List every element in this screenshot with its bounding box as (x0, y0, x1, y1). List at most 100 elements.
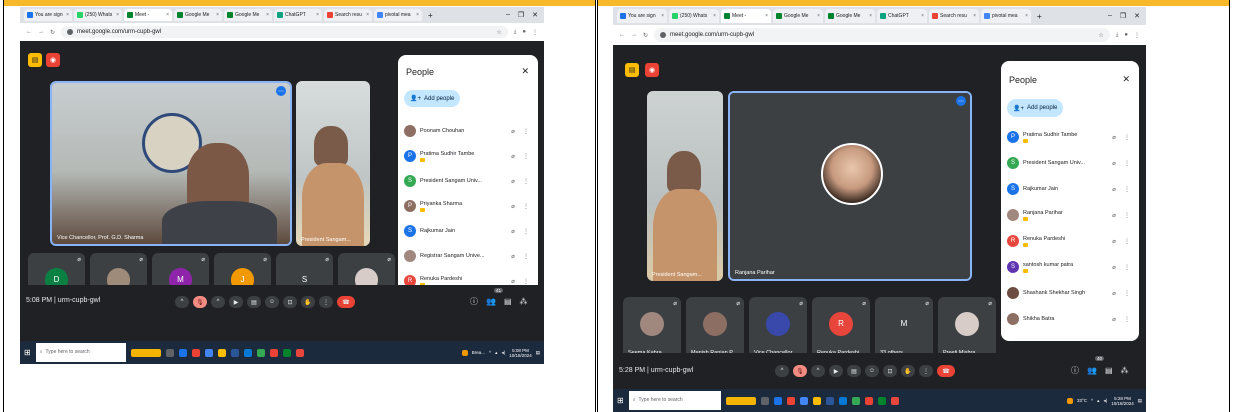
volume-icon[interactable]: ◂) (501, 350, 505, 356)
browser-tab[interactable]: You are sign × (617, 8, 667, 24)
network-icon[interactable]: ▴ (495, 350, 497, 356)
edge-icon[interactable] (773, 396, 782, 405)
browser-tab[interactable]: pivotal mea × (981, 8, 1031, 24)
more-options-button[interactable]: ⋮ (919, 365, 933, 377)
minimize-icon[interactable]: – (506, 11, 510, 19)
app-icon[interactable] (269, 348, 278, 357)
tray-clock[interactable]: 5:08 PM 10/18/2024 (509, 348, 532, 358)
browser-tab[interactable]: (250) Whats × (74, 8, 122, 22)
close-icon[interactable]: × (416, 12, 419, 18)
menu-icon[interactable]: ⋮ (1134, 32, 1140, 39)
raise-hand-button[interactable]: ✋ (301, 296, 315, 308)
browser-tab[interactable]: ChatGPT × (274, 8, 322, 22)
tile-more-icon[interactable]: ⋯ (956, 96, 966, 106)
url-input[interactable]: meet.google.com/urm-cupb-gwl ☆ (654, 28, 1110, 42)
close-icon[interactable]: × (116, 12, 119, 18)
more-options-icon[interactable]: ⋮ (522, 128, 530, 135)
tray-chevron-icon[interactable]: ^ (1091, 398, 1093, 403)
raise-hand-button[interactable]: ✋ (901, 365, 915, 377)
browser-tab[interactable]: Search resu × (324, 8, 372, 22)
minimize-icon[interactable]: – (1108, 12, 1112, 20)
file-explorer-icon[interactable] (217, 348, 226, 357)
meet-icon[interactable] (877, 396, 886, 405)
close-icon[interactable]: × (166, 12, 169, 18)
participant-row[interactable]: S President Sangam Univ... ⌀ ⋮ (404, 175, 530, 187)
tile-more-icon[interactable]: ⋯ (276, 86, 286, 96)
notifications-icon[interactable]: ▤ (1138, 398, 1142, 404)
more-options-icon[interactable]: ⋮ (1123, 264, 1131, 271)
more-options-icon[interactable]: ⋮ (1123, 186, 1131, 193)
more-options-icon[interactable]: ⋮ (522, 203, 530, 210)
bookmark-star-icon[interactable]: ☆ (1098, 32, 1103, 39)
chevron-up-icon[interactable]: ^ (175, 296, 189, 308)
emoji-button[interactable]: ☺ (265, 296, 279, 308)
app-icon[interactable] (864, 396, 873, 405)
more-options-icon[interactable]: ⋮ (1123, 212, 1131, 219)
profile-icon[interactable]: ● (1124, 32, 1128, 38)
browser-tab[interactable]: Meet - × (124, 8, 172, 22)
close-window-icon[interactable]: ✕ (1134, 12, 1140, 20)
browser-tab[interactable]: Google Me × (773, 8, 823, 24)
info-icon[interactable]: ⓘ (470, 296, 478, 307)
site-info-icon[interactable] (67, 29, 74, 35)
more-options-icon[interactable]: ⋮ (522, 228, 530, 235)
camera-button[interactable]: ▶ (829, 365, 843, 377)
reload-icon[interactable]: ↻ (50, 29, 55, 36)
participant-row[interactable]: Shashank Shekhar Singh ⌀ ⋮ (1007, 287, 1131, 299)
more-options-icon[interactable]: ⋮ (522, 278, 530, 285)
browser-tab[interactable]: Google Me × (825, 8, 875, 24)
close-icon[interactable]: × (921, 13, 924, 19)
strip-tile[interactable]: ⌀Manish Ranjan P... (686, 297, 744, 359)
app-icon[interactable] (295, 348, 304, 357)
participant-row[interactable]: Ssantosh kumar patra ⌀ ⋮ (1007, 261, 1131, 273)
close-icon[interactable]: × (765, 13, 768, 19)
store-icon[interactable] (838, 396, 847, 405)
chevron-up-icon[interactable]: ^ (811, 365, 825, 377)
maximize-icon[interactable]: ❐ (518, 11, 524, 19)
meeting-details-icon[interactable]: ▤ (625, 63, 639, 77)
chat-icon[interactable]: ▤ (1105, 366, 1113, 375)
more-options-icon[interactable]: ⋮ (1123, 238, 1131, 245)
network-icon[interactable]: ▴ (1097, 398, 1099, 404)
more-options-icon[interactable]: ⋮ (522, 253, 530, 260)
chrome-profile-icon[interactable] (799, 396, 808, 405)
new-tab-icon[interactable]: + (1037, 12, 1042, 21)
mic-off-button[interactable]: 🎙 (193, 296, 207, 308)
close-icon[interactable]: ✕ (521, 66, 529, 77)
more-options-icon[interactable]: ⋮ (1123, 290, 1131, 297)
app-icon[interactable] (256, 348, 265, 357)
reload-icon[interactable]: ↻ (643, 32, 648, 39)
close-window-icon[interactable]: ✕ (532, 11, 538, 19)
participant-row[interactable]: R Renuka Pardeshi ⌀ ⋮ (1007, 235, 1131, 247)
more-options-button[interactable]: ⋮ (319, 296, 333, 308)
captions-button[interactable]: ▤ (847, 365, 861, 377)
back-icon[interactable]: ← (26, 29, 32, 35)
strip-tile[interactable]: R⌀Renuka Pardeshi (812, 297, 870, 359)
add-people-button[interactable]: 👤+ Add people (1007, 99, 1064, 117)
more-options-icon[interactable]: ⋮ (522, 153, 530, 160)
bookmark-star-icon[interactable]: ☆ (496, 29, 501, 36)
browser-tab[interactable]: Search resu × (929, 8, 979, 24)
app-icon[interactable] (890, 396, 899, 405)
news-icon[interactable] (461, 349, 468, 356)
windows-start-icon[interactable]: ⊞ (24, 348, 31, 357)
strip-tile[interactable]: ⌀Preeti Mishra (938, 297, 996, 359)
participant-row[interactable]: Ranjana Parihar ⌀ ⋮ (1007, 209, 1131, 221)
maximize-icon[interactable]: ❐ (1120, 12, 1126, 20)
activities-icon[interactable]: ⁂ (1121, 366, 1129, 375)
site-info-icon[interactable] (660, 32, 667, 38)
captions-button[interactable]: ▤ (247, 296, 261, 308)
participant-row[interactable]: Shikha Batra ⌀ ⋮ (1007, 313, 1131, 325)
info-icon[interactable]: ⓘ (1071, 365, 1079, 376)
strip-tile[interactable]: M⌀33 others (875, 297, 933, 359)
participant-row[interactable]: P Priyanka Sharma ⌀ ⋮ (404, 200, 530, 212)
close-icon[interactable]: × (869, 13, 872, 19)
close-icon[interactable]: × (713, 13, 716, 19)
forward-icon[interactable]: → (38, 29, 44, 35)
volume-icon[interactable]: ◂) (1103, 398, 1107, 404)
tray-clock[interactable]: 5:28 PM 10/18/2024 (1111, 396, 1134, 406)
close-icon[interactable]: × (1025, 13, 1028, 19)
participant-row[interactable]: S President Sangam Univ... ⌀ ⋮ (1007, 157, 1131, 169)
participant-row[interactable]: P Pratima Sudhir Tambe ⌀ ⋮ (404, 150, 530, 162)
taskbar-widget-icon[interactable] (130, 348, 161, 357)
